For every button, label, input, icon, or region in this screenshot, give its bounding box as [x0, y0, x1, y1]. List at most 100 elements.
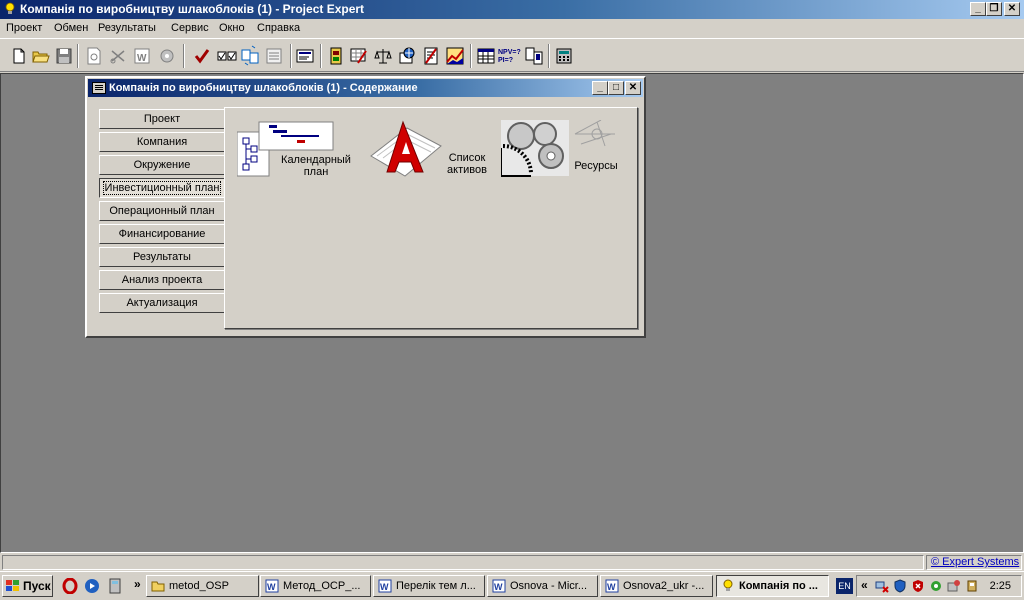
menu-results[interactable]: Результаты: [98, 22, 156, 34]
toolbar-separator: [77, 44, 79, 68]
content-window-title: Компанія по виробництву шлакоблоків (1) …: [109, 82, 418, 94]
nav-environment[interactable]: Окружение: [99, 155, 225, 175]
network-icon[interactable]: [875, 579, 889, 593]
pi-label: PI=?: [498, 57, 513, 64]
shield-icon[interactable]: [893, 579, 907, 593]
calendar-icon[interactable]: [325, 45, 347, 67]
calculator-icon[interactable]: [553, 45, 575, 67]
open-folder-icon[interactable]: [30, 45, 52, 67]
settings-icon[interactable]: [156, 45, 178, 67]
globe-icon[interactable]: [396, 45, 418, 67]
svg-text:W: W: [267, 582, 276, 592]
taskbar-button-osnova[interactable]: W Osnova - Micr...: [487, 575, 598, 597]
nav-label: Результаты: [133, 251, 191, 263]
language-indicator[interactable]: EN: [836, 578, 853, 594]
child-maximize-button[interactable]: □: [608, 81, 624, 95]
menu-help[interactable]: Справка: [257, 22, 300, 34]
word-doc-icon: W: [378, 579, 392, 593]
taskbar-button-label: Метод_ОСР_...: [283, 580, 361, 592]
table-icon[interactable]: [475, 45, 497, 67]
nav-investment-plan[interactable]: Инвестиционный план: [99, 178, 225, 198]
npv-pi-icon[interactable]: NPV=? PI=?: [498, 49, 522, 71]
nav-label: Инвестиционный план: [102, 181, 222, 195]
print-preview-icon[interactable]: [83, 45, 105, 67]
toolbar-separator: [290, 44, 292, 68]
nav-results[interactable]: Результаты: [99, 247, 225, 267]
windows-logo-icon: [6, 580, 19, 591]
lightbulb-icon: [723, 579, 733, 591]
checklist-icon[interactable]: [216, 45, 238, 67]
minimize-button[interactable]: _: [970, 2, 986, 16]
calendar-plan-label[interactable]: Календарный план: [273, 154, 359, 178]
puzzle-icon[interactable]: [929, 579, 943, 593]
scales-icon[interactable]: [372, 45, 394, 67]
npv-label: NPV=?: [498, 49, 521, 56]
restore-button[interactable]: ❐: [986, 2, 1002, 16]
tray-expand-icon[interactable]: «: [861, 578, 868, 592]
start-label: Пуск: [23, 579, 51, 593]
nav-actualization[interactable]: Актуализация: [99, 293, 225, 313]
nav-project[interactable]: Проект: [99, 109, 225, 129]
quicklaunch-chevron-icon[interactable]: »: [134, 577, 141, 591]
resources-label[interactable]: Ресурсы: [571, 160, 621, 172]
taskbar-button-project-expert[interactable]: Компанія по ...: [716, 575, 829, 597]
menu-service[interactable]: Сервис: [171, 22, 209, 34]
menu-exchange[interactable]: Обмен: [54, 22, 88, 34]
save-icon[interactable]: [53, 45, 75, 67]
lightbulb-icon: [5, 2, 15, 14]
calculator-quicklaunch-icon[interactable]: [107, 578, 123, 594]
status-bar: © Expert Systems: [0, 553, 1024, 571]
nav-operational-plan[interactable]: Операционный план: [99, 201, 225, 221]
taskbar-button-label: metod_OSP: [169, 580, 229, 592]
nav-financing[interactable]: Финансирование: [99, 224, 225, 244]
start-button[interactable]: Пуск: [2, 575, 53, 597]
document-icon[interactable]: [420, 45, 442, 67]
menu-project[interactable]: Проект: [6, 22, 42, 34]
media-player-icon[interactable]: [84, 578, 100, 594]
new-file-icon[interactable]: [8, 45, 30, 67]
taskbar-button-metod-osp[interactable]: metod_OSP: [146, 575, 259, 597]
word-icon[interactable]: W: [131, 45, 153, 67]
usb-device-icon[interactable]: [965, 579, 979, 593]
window-menu-icon[interactable]: [92, 82, 106, 94]
antivirus-icon[interactable]: [911, 579, 925, 593]
toolbar-separator: [320, 44, 322, 68]
child-close-button[interactable]: ✕: [625, 81, 641, 95]
child-minimize-button[interactable]: _: [592, 81, 608, 95]
toolbar: W NPV=? PI=?: [0, 38, 1024, 72]
notes-icon[interactable]: [263, 45, 285, 67]
toolbar-separator: [548, 44, 550, 68]
system-tray: « 2:25: [856, 575, 1022, 597]
taskbar-button-perelik[interactable]: W Перелік тем л...: [373, 575, 485, 597]
expert-systems-link[interactable]: © Expert Systems: [926, 555, 1022, 570]
close-button[interactable]: ✕: [1004, 2, 1020, 16]
taskbar-button-metod-ocp[interactable]: W Метод_ОСР_...: [260, 575, 371, 597]
nav-label: Актуализация: [126, 297, 198, 309]
opera-icon[interactable]: [62, 578, 78, 594]
assets-list-icon[interactable]: [369, 120, 445, 180]
content-window: Компанія по виробництву шлакоблоків (1) …: [85, 76, 646, 338]
clock[interactable]: 2:25: [990, 580, 1011, 592]
svg-text:W: W: [380, 582, 389, 592]
taskbar-button-label: Компанія по ...: [739, 580, 818, 592]
report-icon[interactable]: [294, 45, 316, 67]
check-icon[interactable]: [191, 45, 213, 67]
calendar-plan-line2: план: [303, 166, 329, 178]
content-window-title-bar[interactable]: Компанія по виробництву шлакоблоків (1) …: [88, 79, 643, 97]
main-title-bar[interactable]: Компанія по виробництву шлакоблоків (1) …: [0, 0, 1024, 19]
compare-icon[interactable]: [523, 45, 545, 67]
sync-icon[interactable]: [239, 45, 261, 67]
nav-label: Окружение: [133, 159, 191, 171]
svg-text:W: W: [137, 53, 147, 64]
chart-icon[interactable]: [444, 45, 466, 67]
nav-project-analysis[interactable]: Анализ проекта: [99, 270, 225, 290]
assets-list-label[interactable]: Список активов: [439, 152, 495, 176]
taskbar-button-osnova2[interactable]: W Osnova2_ukr -...: [600, 575, 713, 597]
cashflow-icon[interactable]: [348, 45, 370, 67]
hardware-icon[interactable]: [947, 579, 961, 593]
nav-company[interactable]: Компания: [99, 132, 225, 152]
calendar-plan-line1: Календарный: [281, 154, 351, 166]
menu-window[interactable]: Окно: [219, 22, 245, 34]
assets-list-line1: Список: [448, 152, 486, 164]
cut-icon[interactable]: [107, 45, 129, 67]
